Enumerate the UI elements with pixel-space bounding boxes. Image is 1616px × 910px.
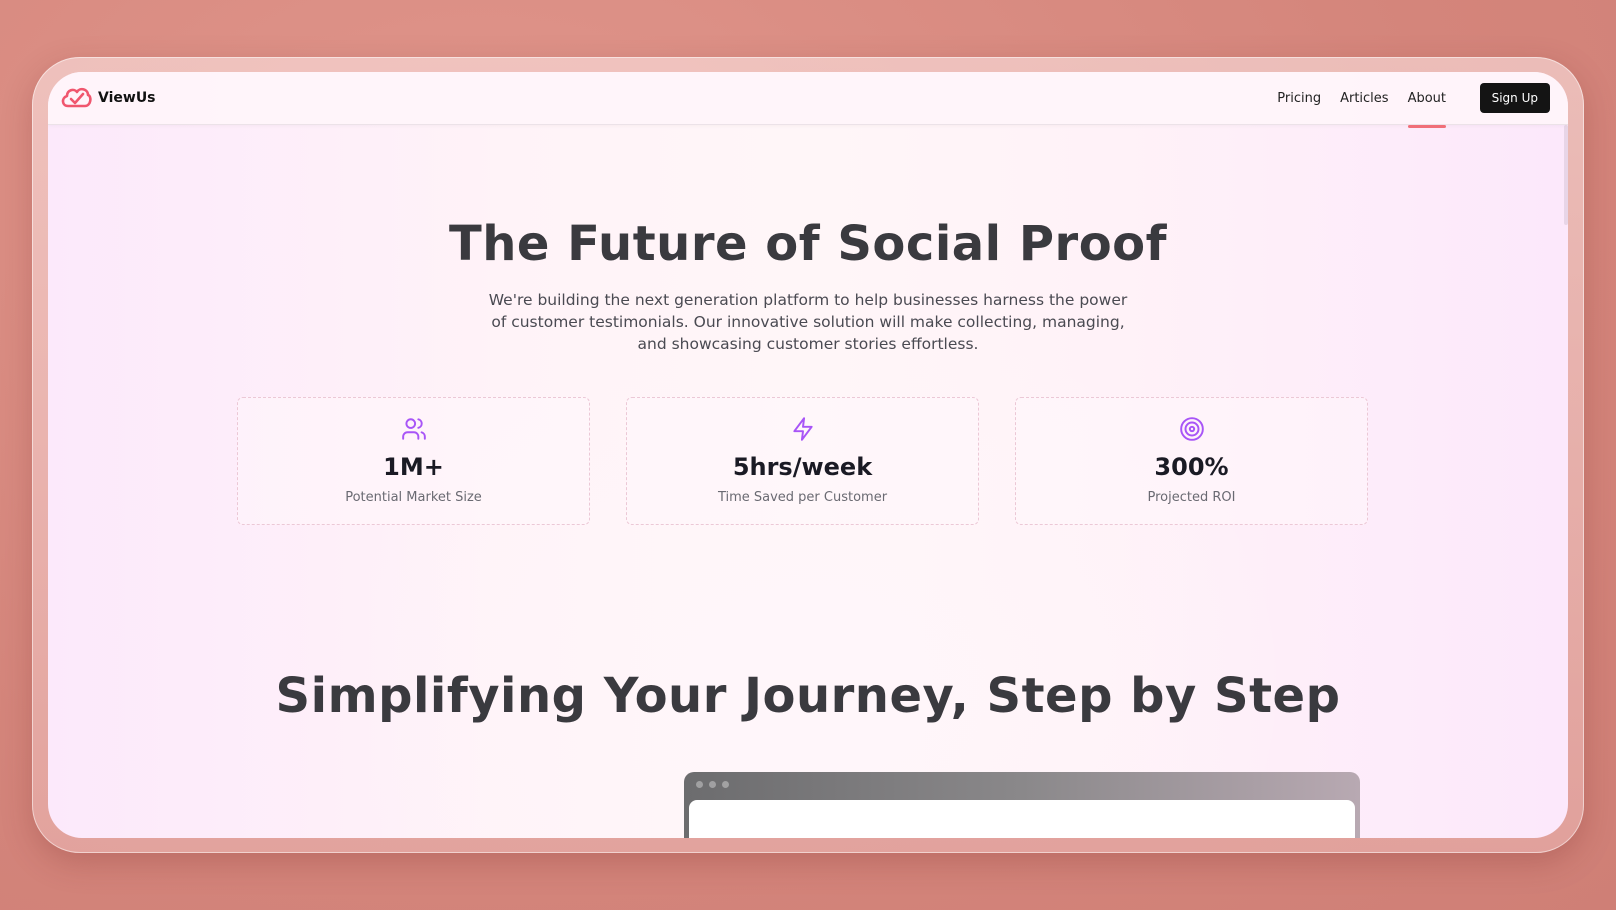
window-controls xyxy=(696,781,735,788)
nav-link-articles[interactable]: Articles xyxy=(1340,72,1388,125)
stat-card-roi: 300% Projected ROI xyxy=(1015,397,1368,525)
stat-card-market: 1M+ Potential Market Size xyxy=(237,397,590,525)
hero-subtitle: We're building the next generation platf… xyxy=(488,291,1128,353)
navbar: ViewUs Pricing Articles About Sign Up xyxy=(48,72,1568,128)
window-dot-icon xyxy=(709,781,716,788)
target-icon xyxy=(1179,417,1204,441)
stat-value: 5hrs/week xyxy=(732,453,873,481)
lightning-icon xyxy=(792,417,813,441)
window-dot-icon xyxy=(696,781,703,788)
stat-label: Potential Market Size xyxy=(345,490,482,505)
nav-link-pricing[interactable]: Pricing xyxy=(1277,72,1321,125)
cloud-check-icon xyxy=(61,87,92,108)
section-title: Simplifying Your Journey, Step by Step xyxy=(275,668,1341,724)
users-icon xyxy=(401,418,426,440)
stat-card-time-saved: 5hrs/week Time Saved per Customer xyxy=(626,397,979,525)
stat-value: 1M+ xyxy=(383,453,444,481)
hero-title: The Future of Social Proof xyxy=(448,216,1168,272)
stat-value: 300% xyxy=(1154,453,1229,481)
brand-logo[interactable]: ViewUs xyxy=(60,84,156,112)
stat-label: Projected ROI xyxy=(1147,490,1236,505)
stat-label: Time Saved per Customer xyxy=(717,490,888,505)
sign-up-button[interactable]: Sign Up xyxy=(1479,83,1550,113)
scrollbar[interactable] xyxy=(1564,125,1568,225)
app-preview-window xyxy=(684,772,1360,838)
browser-screen: ViewUs Pricing Articles About Sign Up Th… xyxy=(48,72,1568,838)
nav-link-about[interactable]: About xyxy=(1407,72,1447,128)
nav-links: Pricing Articles About xyxy=(1258,72,1447,128)
brand-name: ViewUs xyxy=(98,90,156,106)
window-dot-icon xyxy=(722,781,729,788)
app-preview-content xyxy=(689,800,1355,838)
